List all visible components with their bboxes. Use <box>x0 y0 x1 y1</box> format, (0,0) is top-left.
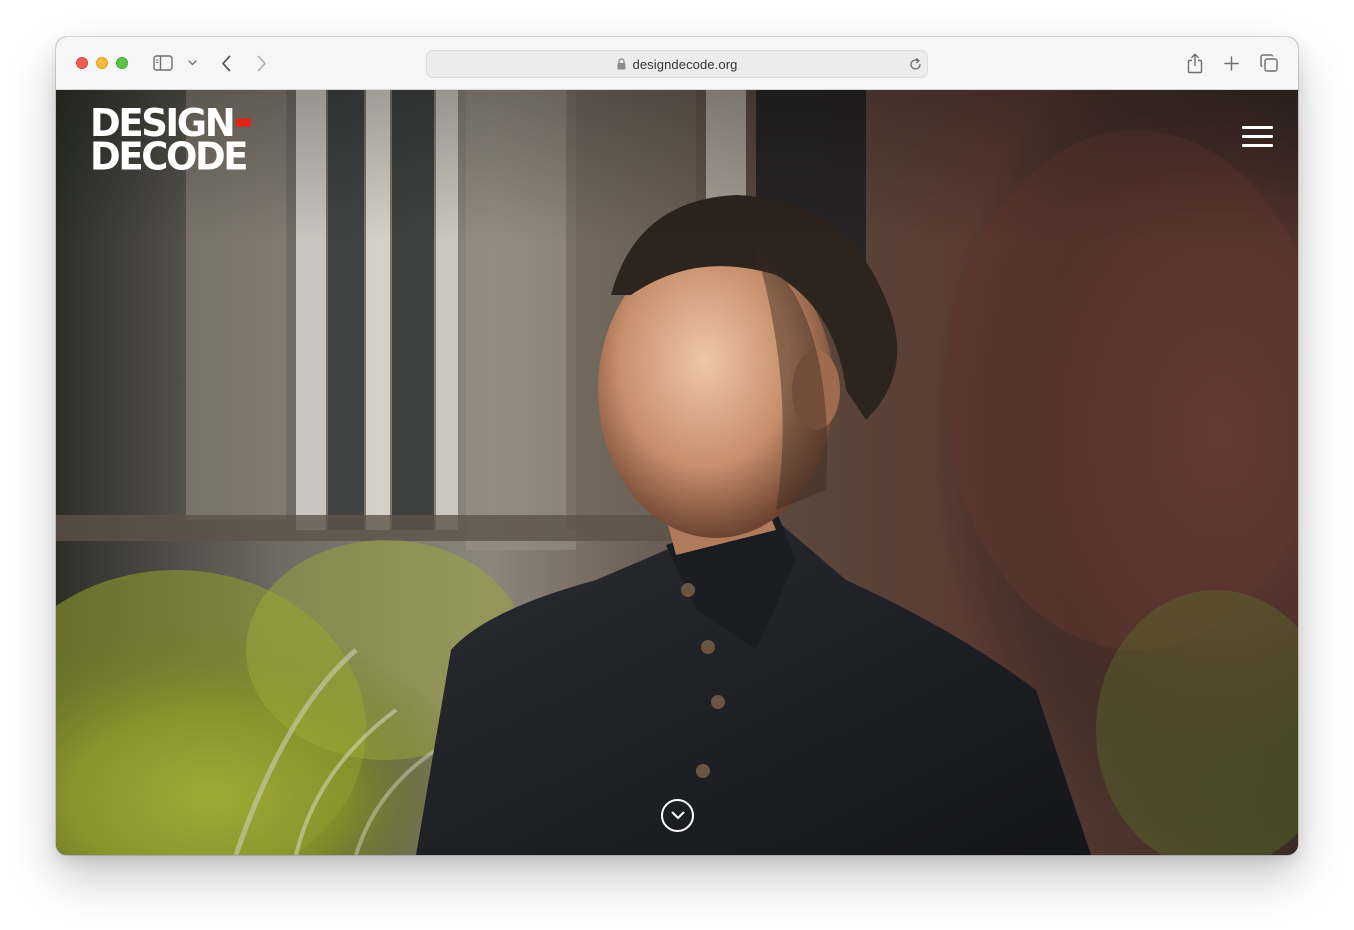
minimize-window-button[interactable] <box>96 57 108 69</box>
address-bar[interactable]: designdecode.org <box>426 50 928 78</box>
forward-arrow-icon[interactable] <box>254 53 270 73</box>
share-icon[interactable] <box>1185 51 1205 75</box>
plus-icon[interactable] <box>1222 54 1240 72</box>
site-logo[interactable]: DESIGN DECODE <box>90 104 252 179</box>
tab-overview-icon[interactable] <box>1259 53 1279 73</box>
browser-window: designdecode.org DESIGN DECODE <box>56 37 1298 855</box>
chevron-down-icon[interactable] <box>186 58 198 68</box>
back-arrow-icon[interactable] <box>218 53 234 73</box>
close-window-button[interactable] <box>76 57 88 69</box>
zoom-window-button[interactable] <box>116 57 128 69</box>
chevron-down-circle-icon[interactable] <box>661 799 694 832</box>
logo-line-decode: DECODE <box>90 134 249 179</box>
hero-photo <box>56 90 1298 855</box>
reload-icon[interactable] <box>908 57 922 71</box>
sidebar-icon[interactable] <box>152 54 174 72</box>
url-text: designdecode.org <box>632 56 738 72</box>
browser-toolbar: designdecode.org <box>56 37 1298 90</box>
page-content: DESIGN DECODE <box>56 90 1298 855</box>
lock-icon <box>617 58 626 70</box>
hamburger-menu-icon[interactable] <box>1242 126 1274 150</box>
logo-accent-dash <box>236 117 252 127</box>
